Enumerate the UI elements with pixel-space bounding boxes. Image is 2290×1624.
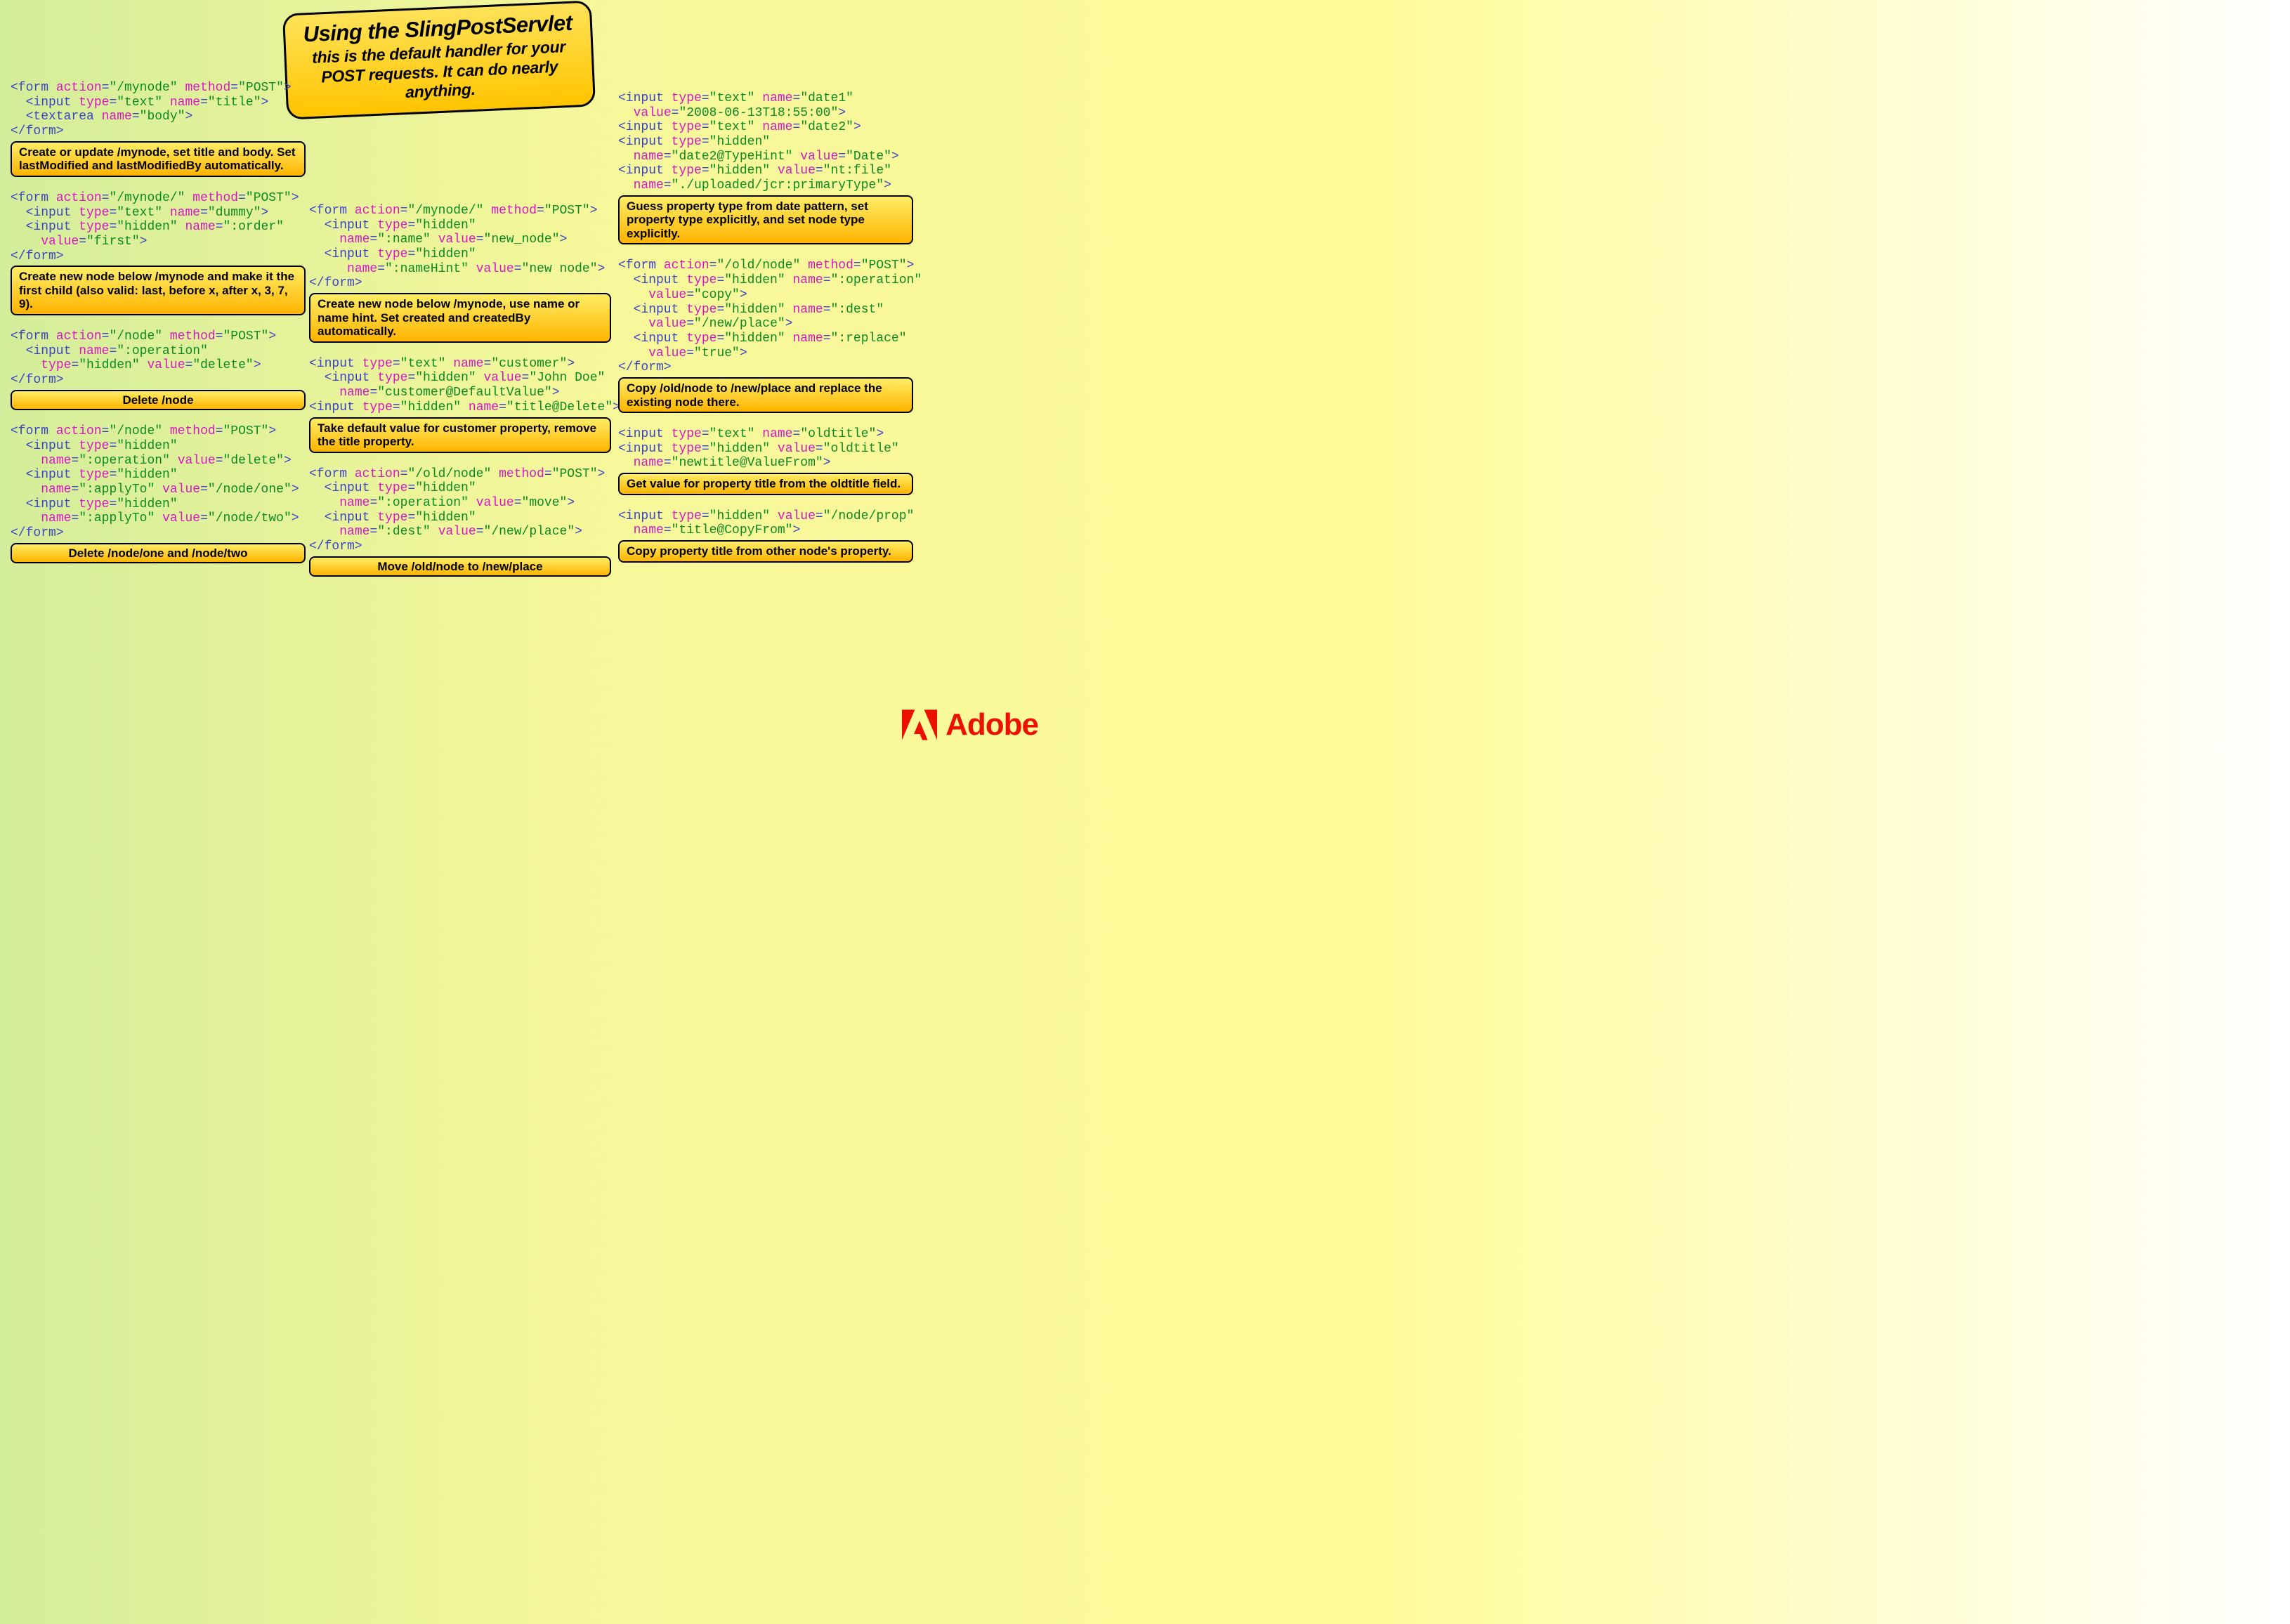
example-block: <form action="/mynode/" method="POST"> <…: [11, 191, 306, 315]
column-3: <input type="text" name="date1" value="2…: [618, 91, 913, 577]
explanation-note: Move /old/node to /new/place: [309, 556, 611, 577]
title-sub: this is the default handler for your POS…: [301, 37, 577, 107]
example-block: <input type="text" name="customer"> <inp…: [309, 357, 611, 453]
adobe-logo: Adobe: [902, 707, 1038, 742]
adobe-icon: [902, 709, 937, 740]
explanation-note: Guess property type from date pattern, s…: [618, 195, 913, 245]
example-block: <form action="/mynode" method="POST"> <i…: [11, 81, 306, 177]
code-snippet: <form action="/old/node" method="POST"> …: [309, 467, 611, 554]
explanation-note: Get value for property title from the ol…: [618, 473, 913, 495]
code-snippet: <form action="/old/node" method="POST"> …: [618, 258, 913, 375]
column-1: <form action="/mynode" method="POST"> <i…: [11, 81, 306, 577]
code-snippet: <form action="/mynode" method="POST"> <i…: [11, 81, 306, 139]
code-snippet: <input type="text" name="oldtitle"><inpu…: [618, 427, 913, 471]
code-snippet: <form action="/node" method="POST"> <inp…: [11, 424, 306, 541]
code-snippet: <form action="/mynode/" method="POST"> <…: [309, 204, 611, 291]
explanation-note: Create or update /mynode, set title and …: [11, 141, 306, 177]
explanation-note: Delete /node: [11, 390, 306, 411]
example-block: <input type="hidden" value="/node/prop" …: [618, 509, 913, 563]
code-snippet: <input type="text" name="date1" value="2…: [618, 91, 913, 193]
explanation-note: Copy /old/node to /new/place and replace…: [618, 377, 913, 413]
adobe-logo-text: Adobe: [946, 707, 1038, 742]
example-block: <form action="/node" method="POST"> <inp…: [11, 329, 306, 410]
example-block: <input type="text" name="date1" value="2…: [618, 91, 913, 244]
explanation-note: Delete /node/one and /node/two: [11, 543, 306, 564]
explanation-note: Take default value for customer property…: [309, 417, 611, 453]
example-block: <form action="/node" method="POST"> <inp…: [11, 424, 306, 563]
example-block: <form action="/old/node" method="POST"> …: [309, 467, 611, 577]
code-snippet: <form action="/mynode/" method="POST"> <…: [11, 191, 306, 263]
example-block: <form action="/mynode/" method="POST"> <…: [309, 204, 611, 343]
title-card: Using the SlingPostServlet this is the d…: [282, 0, 596, 119]
explanation-note: Copy property title from other node's pr…: [618, 540, 913, 563]
explanation-note: Create new node below /mynode, use name …: [309, 293, 611, 343]
code-snippet: <input type="hidden" value="/node/prop" …: [618, 509, 913, 538]
code-snippet: <form action="/node" method="POST"> <inp…: [11, 329, 306, 388]
example-block: <input type="text" name="oldtitle"><inpu…: [618, 427, 913, 495]
code-snippet: <input type="text" name="customer"> <inp…: [309, 357, 611, 415]
example-block: <form action="/old/node" method="POST"> …: [618, 258, 913, 413]
explanation-note: Create new node below /mynode and make i…: [11, 266, 306, 315]
column-2: <form action="/mynode/" method="POST"> <…: [309, 204, 611, 591]
